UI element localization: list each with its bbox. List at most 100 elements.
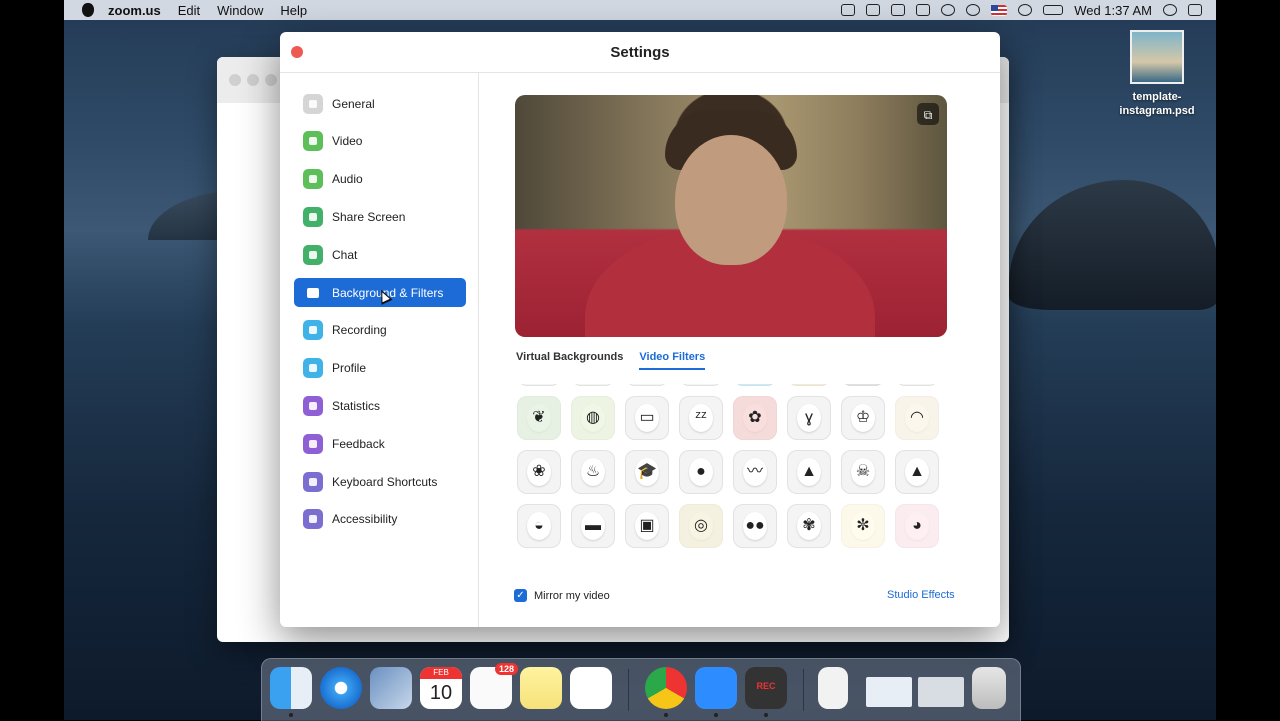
3d-glasses-filter[interactable]: ▬ xyxy=(571,504,615,548)
battery-icon[interactable] xyxy=(1043,5,1064,15)
filter-tint xyxy=(841,384,885,386)
sidebar-item-chat[interactable]: Chat xyxy=(294,240,466,269)
daisy-filter[interactable]: ✼ xyxy=(841,504,885,548)
desktop-file[interactable]: template- instagram.psd xyxy=(1117,30,1197,118)
filter-grid-viewport[interactable]: ❦ ◍ ▭ ᶻᶻ ✿ ɣ ♔ ◠ ❀ ♨ 🎓 ● 〰 ▲ ☠ ▲ ◒ ▬ ▣ ◎ ●● ✾ ✼ ◕ xyxy=(516,384,956,576)
sidebar-item-label: Keyboard Shortcuts xyxy=(332,474,438,489)
lollipop-filter[interactable]: ◍ xyxy=(571,396,615,440)
paperclip-icon[interactable] xyxy=(891,4,906,16)
slack-icon[interactable] xyxy=(570,667,612,709)
crown-filter[interactable]: ♔ xyxy=(841,396,885,440)
menu-help[interactable]: Help xyxy=(280,3,307,18)
volume-icon[interactable] xyxy=(1018,4,1033,16)
vr-headset-filter[interactable]: ▣ xyxy=(625,504,669,548)
loading-bar-filter[interactable]: ▭ xyxy=(625,396,669,440)
airplay-icon[interactable] xyxy=(916,4,931,16)
apple-menu-icon[interactable] xyxy=(82,3,94,17)
statistics-icon xyxy=(303,395,323,416)
mail-icon[interactable] xyxy=(370,667,412,709)
sidebar-item-accessibility[interactable]: Accessibility xyxy=(294,505,466,534)
minimized-window-2[interactable] xyxy=(918,677,964,707)
feedback-icon xyxy=(303,433,323,454)
sidebar-item-keyboard-shortcuts[interactable]: Keyboard Shortcuts xyxy=(294,467,466,496)
filter-glyph: ◕ xyxy=(912,517,922,534)
filter-grid: ❦ ◍ ▭ ᶻᶻ ✿ ɣ ♔ ◠ ❀ ♨ 🎓 ● 〰 ▲ ☠ ▲ ◒ ▬ ▣ ◎ ●● ✾ ✼ ◕ xyxy=(517,384,939,548)
pirate-filter[interactable]: ☠ xyxy=(841,450,885,494)
trash-icon[interactable] xyxy=(972,667,1006,709)
window-title: Settings xyxy=(610,44,670,61)
frame-filter[interactable] xyxy=(787,384,831,386)
sidebar-item-recording[interactable]: Recording xyxy=(294,316,466,345)
beret-filter[interactable]: ◒ xyxy=(517,504,561,548)
document-icon[interactable] xyxy=(818,667,848,709)
sleepy-filter[interactable]: ᶻᶻ xyxy=(679,396,723,440)
bunny-filter[interactable] xyxy=(625,384,669,386)
menu-app-name[interactable]: zoom.us xyxy=(108,3,161,18)
control-center-icon[interactable] xyxy=(1188,4,1202,16)
blush-filter[interactable]: ◕ xyxy=(895,504,939,548)
rec-label: REC xyxy=(756,681,776,691)
headphones-filter[interactable] xyxy=(895,384,939,386)
filter-glyph: ✾ xyxy=(802,517,816,534)
sidebar-item-feedback[interactable]: Feedback xyxy=(294,429,466,458)
menu-clock[interactable]: Wed 1:37 AM xyxy=(1074,3,1152,18)
zoom-status-icon[interactable] xyxy=(841,4,856,16)
studio-effects-link[interactable]: Studio Effects xyxy=(887,589,955,601)
leaves-frame-filter[interactable]: ❦ xyxy=(517,396,561,440)
antenna-filter[interactable]: ɣ xyxy=(787,396,831,440)
sidebar-item-general[interactable]: General xyxy=(294,89,466,118)
tab-video-filters[interactable]: Video Filters xyxy=(639,351,706,370)
tab-virtual-backgrounds[interactable]: Virtual Backgrounds xyxy=(516,351,623,370)
sidebar-item-profile[interactable]: Profile xyxy=(294,354,466,383)
minimized-window-1[interactable] xyxy=(866,677,912,707)
black-hat-filter[interactable]: ▲ xyxy=(895,450,939,494)
bandit-hat-filter[interactable]: ▲ xyxy=(787,450,831,494)
reminders-icon[interactable]: 128 xyxy=(470,663,518,709)
mask-filter[interactable] xyxy=(733,384,777,386)
filter-tint xyxy=(787,384,831,386)
face-filter-2[interactable] xyxy=(679,384,723,386)
round-sunglasses-filter[interactable]: ●● xyxy=(733,504,777,548)
screen-recorder-icon[interactable] xyxy=(866,4,881,16)
sidebar-item-video[interactable]: Video xyxy=(294,127,466,156)
bg-minimize-dot[interactable] xyxy=(247,74,259,86)
calendar-icon[interactable]: FEB 10 xyxy=(420,667,462,709)
preview-person-face xyxy=(675,135,787,265)
notes-icon[interactable] xyxy=(520,667,562,709)
sidebar-item-share-screen[interactable]: Share Screen xyxy=(294,202,466,231)
filter-glyph: ●● xyxy=(745,517,765,534)
mirror-option[interactable]: ✓ Mirror my video xyxy=(514,589,610,602)
safari-icon[interactable] xyxy=(320,667,362,709)
sidebar-item-audio[interactable]: Audio xyxy=(294,165,466,194)
zoom-icon[interactable] xyxy=(695,667,737,717)
chef-hat-filter[interactable]: ♨ xyxy=(571,450,615,494)
copy-icon[interactable]: ⧉ xyxy=(917,103,939,125)
wifi-icon[interactable] xyxy=(966,4,981,16)
sidebar-item-statistics[interactable]: Statistics xyxy=(294,391,466,420)
polka-bandana-filter[interactable]: ✿ xyxy=(733,396,777,440)
pig-nose-filter[interactable] xyxy=(517,384,561,386)
bg-zoom-dot[interactable] xyxy=(265,74,277,86)
bluetooth-icon[interactable] xyxy=(941,4,956,16)
bg-close-dot[interactable] xyxy=(229,74,241,86)
graduation-cap-filter[interactable]: 🎓 xyxy=(625,450,669,494)
spotlight-search-icon[interactable] xyxy=(1163,4,1177,16)
input-source-flag-icon[interactable] xyxy=(991,4,1008,16)
flower-hat-filter[interactable]: ❀ xyxy=(517,450,561,494)
flower-crown-filter[interactable]: ✾ xyxy=(787,504,831,548)
ski-goggles-filter[interactable]: ◎ xyxy=(679,504,723,548)
screen-recorder-dock-icon[interactable]: REC xyxy=(745,667,787,717)
red-beret-filter[interactable]: ● xyxy=(679,450,723,494)
dock-separator xyxy=(628,669,629,711)
menu-window[interactable]: Window xyxy=(217,3,263,18)
veil-filter[interactable]: ◠ xyxy=(895,396,939,440)
mustache-filter[interactable]: 〰 xyxy=(733,450,777,494)
mirror-checkbox[interactable]: ✓ xyxy=(514,589,527,602)
filter-glyph: 🎓 xyxy=(637,463,657,480)
face-filter[interactable] xyxy=(571,384,615,386)
sidebar-item-label: Share Screen xyxy=(332,209,406,224)
tv-filter[interactable] xyxy=(841,384,885,386)
finder-icon[interactable] xyxy=(270,667,312,717)
chrome-icon[interactable] xyxy=(645,667,687,717)
menu-edit[interactable]: Edit xyxy=(178,3,200,18)
